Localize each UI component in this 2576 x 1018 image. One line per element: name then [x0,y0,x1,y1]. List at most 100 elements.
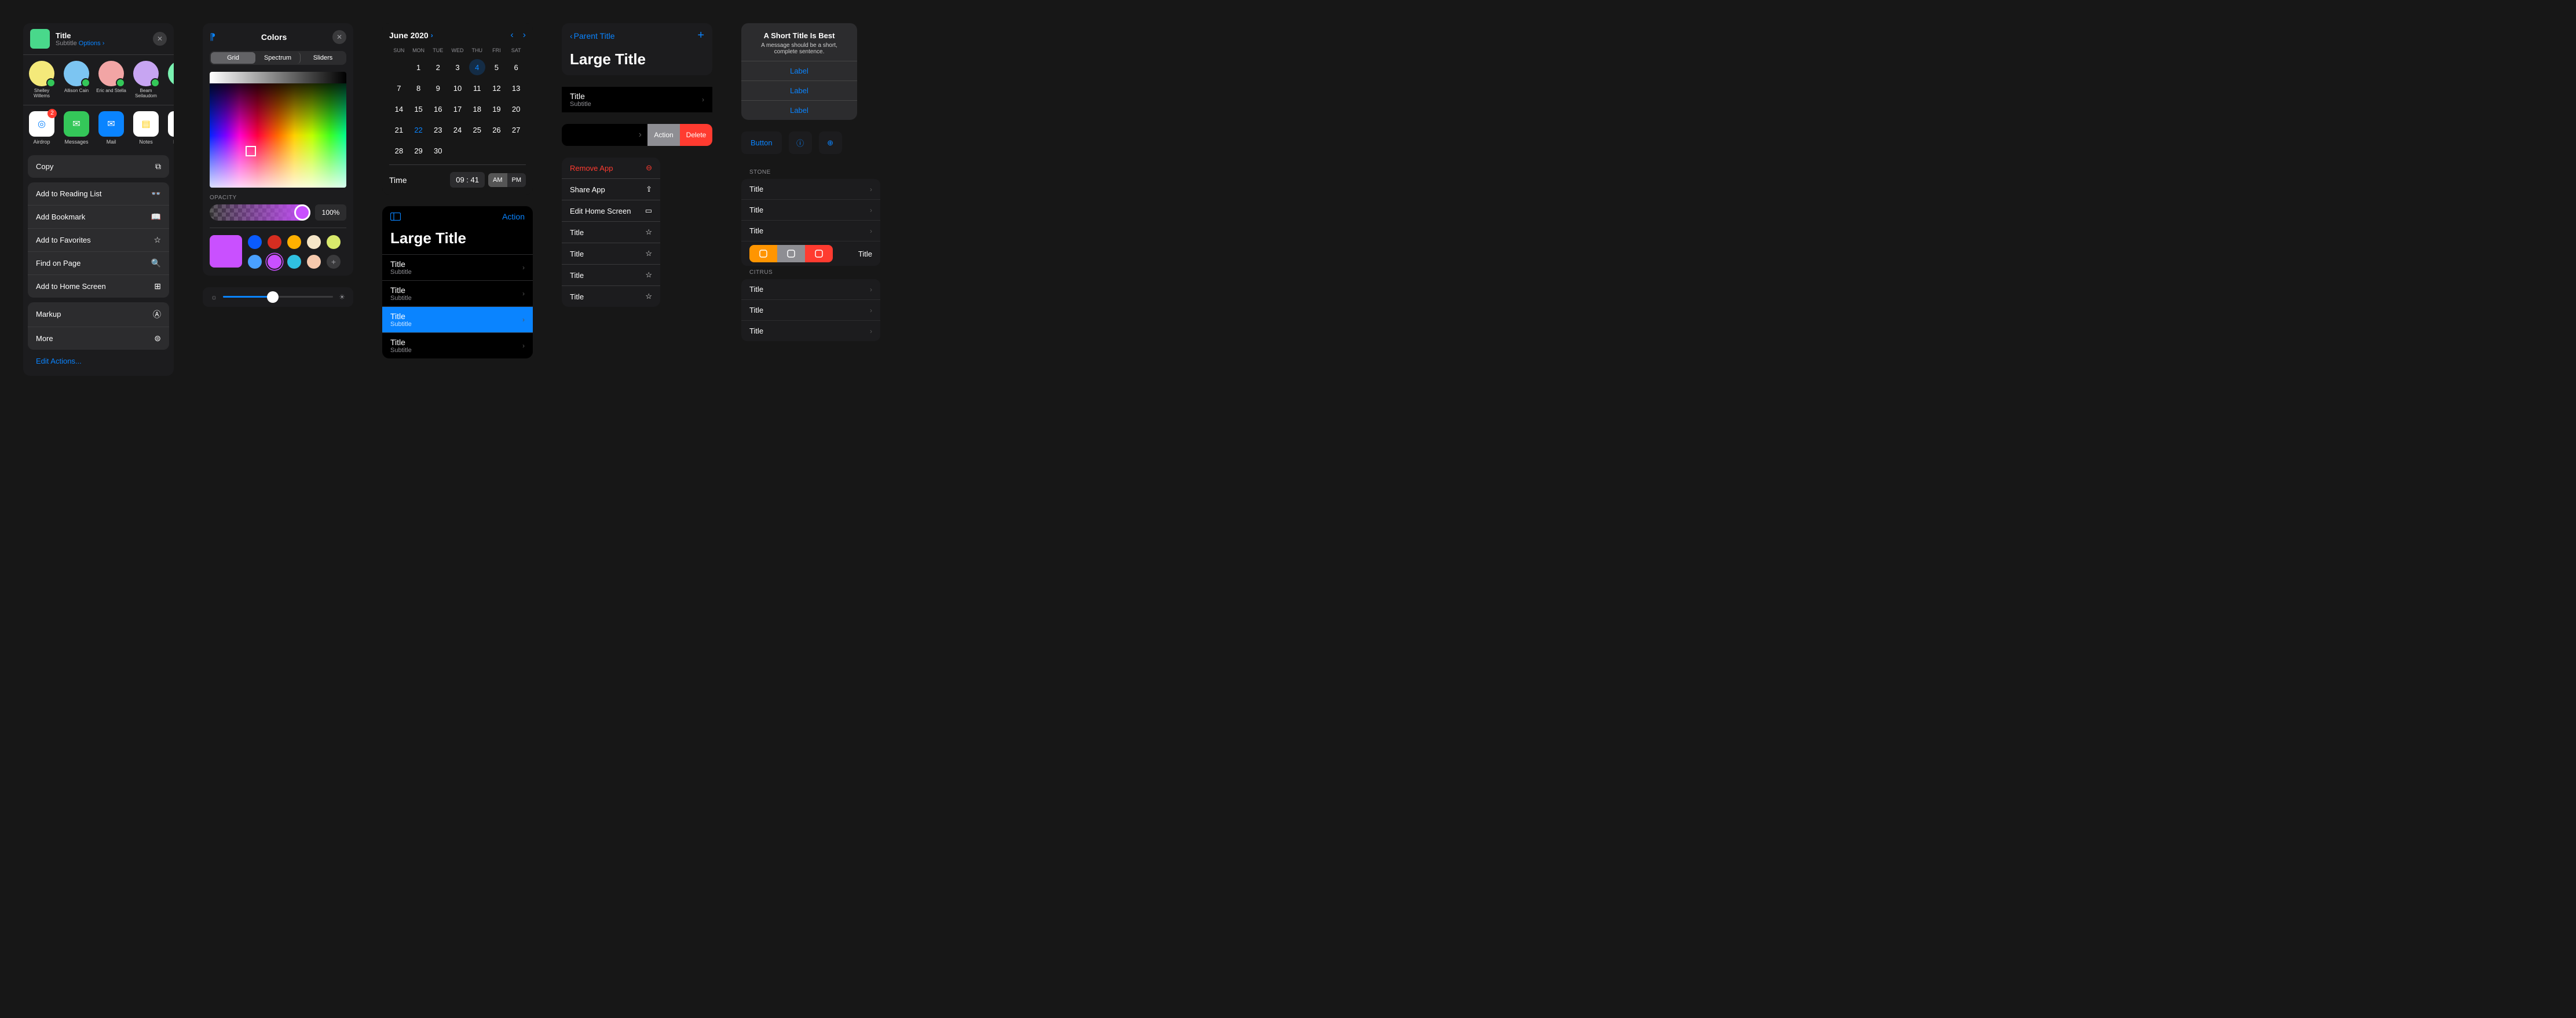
calendar-day[interactable]: 11 [469,80,485,96]
time-field[interactable]: 09 : 41 [450,172,485,188]
action-button[interactable]: Action [502,212,525,221]
list-item[interactable]: Title› [741,200,880,221]
month-picker[interactable]: June 2020 › [389,31,433,40]
calendar-day[interactable]: 2 [430,59,446,75]
calendar-day[interactable]: 23 [430,122,446,138]
calendar-day[interactable]: 7 [391,80,407,96]
alert-button[interactable]: Label [741,80,857,100]
share-app[interactable]: ✉Messages [60,111,93,145]
color-grid[interactable] [210,72,346,188]
info-button[interactable]: ⓘ [789,131,812,154]
edit-actions-link[interactable]: Edit Actions... [28,354,169,371]
action-item[interactable]: MarkupⒶ [28,302,169,327]
calendar-day[interactable]: 27 [508,122,524,138]
calendar-day[interactable]: 12 [488,80,504,96]
close-button[interactable]: ✕ [153,32,167,46]
context-menu-item[interactable]: Title☆ [562,265,660,286]
close-button[interactable]: ✕ [332,30,346,44]
calendar-day[interactable]: 5 [488,59,504,75]
share-contact[interactable]: Shelley Willems [25,61,58,99]
list-item[interactable]: TitleSubtitle› [382,254,533,280]
color-swatch[interactable] [307,255,321,269]
share-contact[interactable]: Beam Seilaudom [130,61,162,99]
add-swatch-button[interactable]: + [327,255,341,269]
list-item[interactable]: Title› [741,179,880,200]
tab-grid[interactable]: Grid [211,52,255,64]
swipe-delete-button[interactable]: Delete [680,124,712,146]
share-contact[interactable]: Da Kn [164,61,174,99]
brightness-slider[interactable] [223,296,333,298]
action-item[interactable]: Add Bookmark📖 [28,206,169,229]
calendar-day[interactable]: 6 [508,59,524,75]
color-swatch[interactable] [248,235,262,249]
list-item[interactable]: TitleSubtitle› [382,306,533,332]
calendar-day[interactable]: 29 [411,142,427,159]
am-option[interactable]: AM [488,173,507,187]
alert-button[interactable]: Label [741,61,857,80]
action-item[interactable]: Find on Page🔍 [28,252,169,275]
share-contact[interactable]: Allison Cain [60,61,93,99]
list-row[interactable]: Title Subtitle › [562,87,712,112]
segment-option[interactable] [777,245,805,262]
options-link[interactable]: Options › [79,40,105,47]
segment-option[interactable] [805,245,833,262]
context-menu-item[interactable]: Remove App⊖ [562,158,660,179]
color-grid-cursor[interactable] [246,146,256,156]
swipe-content[interactable]: › [562,124,647,146]
color-swatch[interactable] [268,255,281,269]
calendar-day[interactable]: 14 [391,101,407,117]
color-swatch[interactable] [268,235,281,249]
prev-month-button[interactable]: ‹ [510,30,513,41]
tab-spectrum[interactable]: Spectrum [255,52,301,64]
list-item[interactable]: TitleSubtitle› [382,332,533,358]
tab-sliders[interactable]: Sliders [301,52,345,64]
opacity-value[interactable]: 100% [315,204,346,221]
back-button[interactable]: ‹ Parent Title [570,31,615,41]
calendar-day[interactable]: 16 [430,101,446,117]
eyedropper-icon[interactable]: ⁋ [210,31,215,43]
context-menu-item[interactable]: Title☆ [562,243,660,265]
context-menu-item[interactable]: Edit Home Screen▭ [562,200,660,222]
calendar-day[interactable]: 15 [411,101,427,117]
color-swatch[interactable] [287,255,301,269]
sidebar-toggle-icon[interactable] [390,213,401,221]
calendar-day[interactable]: 26 [488,122,504,138]
calendar-day[interactable]: 22 [411,122,427,138]
calendar-day[interactable]: 17 [449,101,466,117]
alert-button[interactable]: Label [741,100,857,120]
share-contact[interactable]: Eric and Stella [95,61,127,99]
action-item[interactable]: Add to Home Screen⊞ [28,275,169,298]
color-swatch[interactable] [287,235,301,249]
calendar-day[interactable]: 9 [430,80,446,96]
calendar-day[interactable]: 28 [391,142,407,159]
calendar-day[interactable]: 10 [449,80,466,96]
share-app[interactable]: ✉Mail [95,111,127,145]
calendar-day[interactable]: 25 [469,122,485,138]
segment-option[interactable] [749,245,777,262]
list-item[interactable]: Title› [741,300,880,321]
calendar-day[interactable]: 24 [449,122,466,138]
calendar-day[interactable]: 19 [488,101,504,117]
color-swatch[interactable] [307,235,321,249]
context-menu-item[interactable]: Title☆ [562,222,660,243]
share-app[interactable]: ◎2Airdrop [25,111,58,145]
calendar-day[interactable]: 30 [430,142,446,159]
calendar-day[interactable]: 3 [449,59,466,75]
calendar-day[interactable]: 18 [469,101,485,117]
action-item[interactable]: Add to Reading List👓 [28,182,169,206]
calendar-day[interactable]: 20 [508,101,524,117]
calendar-day[interactable]: 13 [508,80,524,96]
copy-action[interactable]: Copy ⧉ [28,155,169,178]
color-swatch[interactable] [327,235,341,249]
list-item[interactable]: Title› [741,321,880,341]
color-swatch[interactable] [248,255,262,269]
share-app[interactable]: ▤Notes [130,111,162,145]
calendar-day[interactable]: 21 [391,122,407,138]
context-menu-item[interactable]: Title☆ [562,286,660,307]
add-circle-button[interactable]: ⊕ [819,131,842,154]
swipe-action-button[interactable]: Action [647,124,680,146]
calendar-day[interactable]: 1 [411,59,427,75]
opacity-slider[interactable] [210,204,310,221]
add-button[interactable]: + [697,29,704,42]
button[interactable]: Button [741,131,782,154]
